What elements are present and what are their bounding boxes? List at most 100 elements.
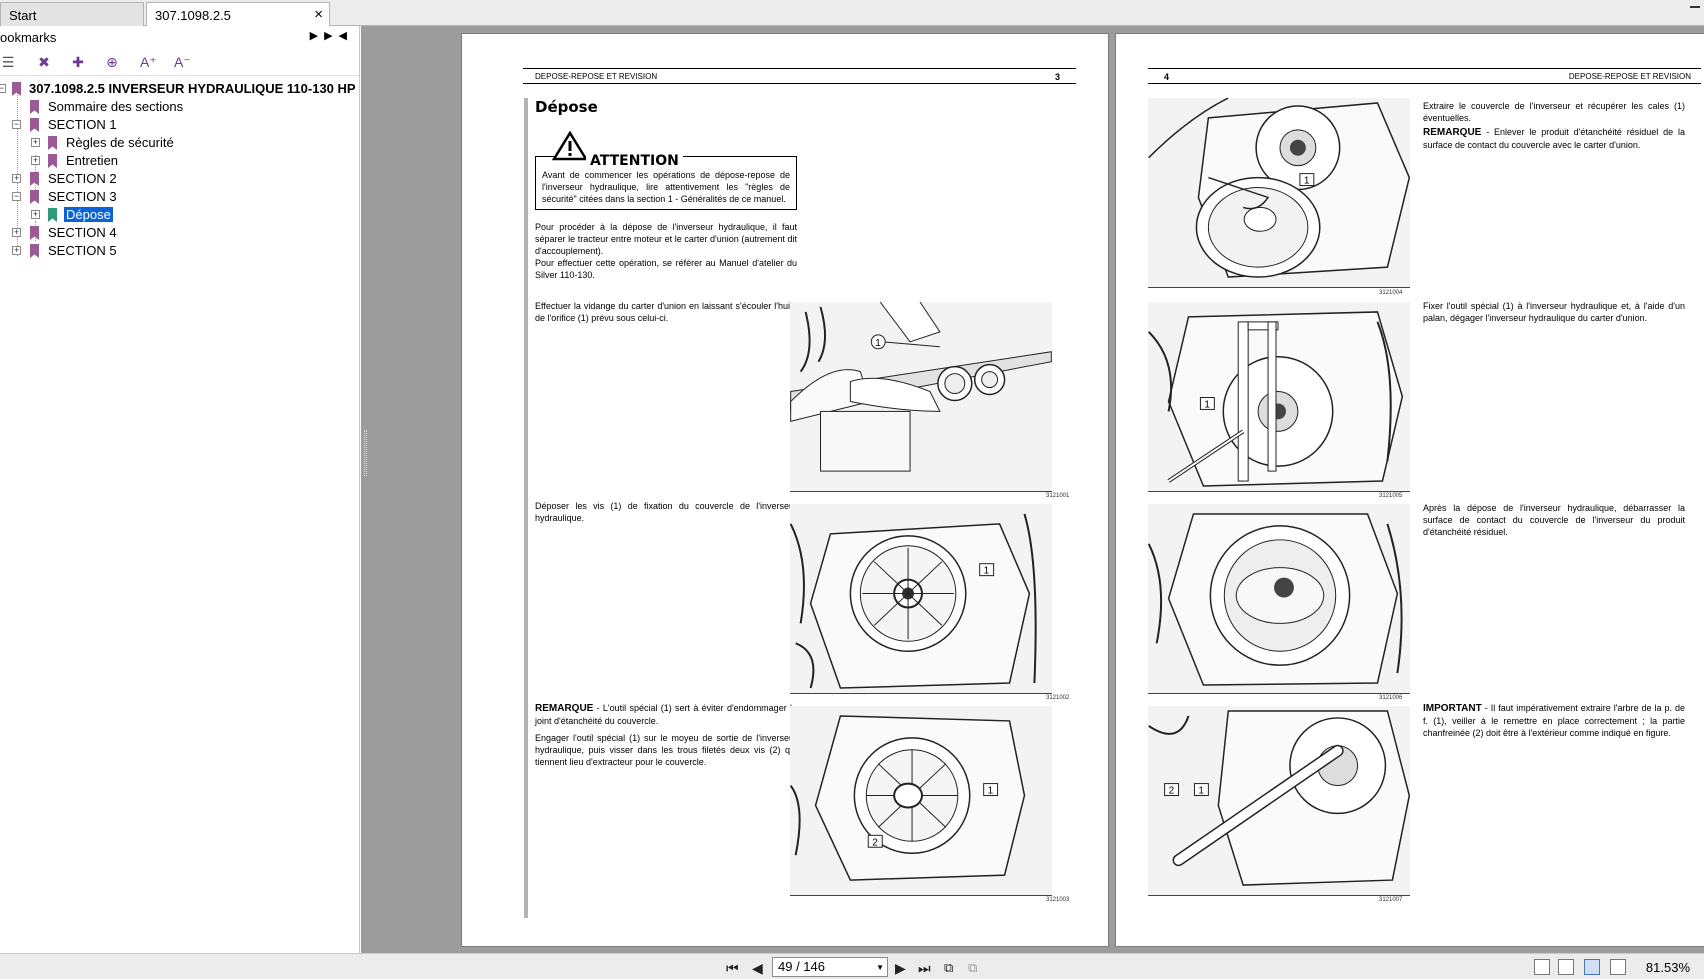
add-bookmark-icon[interactable]: ✚ [70,54,86,70]
tab-label: Start [9,8,37,23]
expand-icon[interactable]: + [12,246,21,255]
bookmark-icon [30,172,39,186]
page-number: 3 [1054,72,1060,82]
tab-document[interactable]: 307.1098.2.5 × [146,2,330,26]
figure-code: 3121001 [1046,493,1070,499]
tree-item-section-2[interactable]: + SECTION 2 [0,170,360,188]
tree-item-section-4[interactable]: + SECTION 4 [0,224,360,242]
tree-item-label: 307.1098.2.5 INVERSEUR HYDRAULIQUE 110-1… [29,81,356,96]
margin-bar [524,98,528,918]
figure-drain-plug: 1 [790,302,1052,492]
bookmark-icon [12,82,21,96]
single-page-view-icon[interactable] [1534,959,1550,975]
important-text: IMPORTANT - Il faut impérativement extra… [1423,702,1685,739]
continuous-view-icon[interactable] [1558,959,1574,975]
tree-item-depose[interactable]: + Dépose [0,206,360,224]
figure-callout-1: 1 [1204,399,1210,410]
figure-callout-1: 1 [988,786,994,797]
collapse-icon[interactable]: − [12,120,21,129]
tree-item-root[interactable]: − 307.1098.2.5 INVERSEUR HYDRAULIQUE 110… [0,80,360,98]
expand-icon[interactable]: + [31,138,40,147]
first-page-icon[interactable]: ⏮ [726,960,739,977]
figure-callout-2: 2 [1169,786,1175,797]
list-options-icon[interactable]: ☰ [0,54,16,70]
figure-callout-1: 1 [984,566,990,577]
search-bookmark-icon[interactable]: ⊕ [104,54,120,70]
font-increase-icon[interactable]: A⁺ [140,54,157,70]
bookmark-icon [30,118,39,132]
important-label: IMPORTANT [1423,703,1482,714]
figure-code: 3121005 [1379,493,1403,499]
previous-page-icon[interactable]: ◀ [752,960,763,977]
expand-icon[interactable]: + [12,174,21,183]
delete-bookmark-icon[interactable]: ✖ [36,54,52,70]
tree-item-entretien[interactable]: + Entretien [0,152,360,170]
page-number: 4 [1164,72,1170,82]
next-view-icon[interactable]: ⧉ [968,960,977,976]
warning-icon [552,131,588,161]
bookmark-icon [30,190,39,204]
expand-icon[interactable]: + [31,156,40,165]
attention-box: ATTENTION Avant de commencer les opérati… [535,131,797,210]
figure-callout-1: 1 [1198,786,1204,797]
bookmark-icon [48,208,57,222]
figure-callout-1: 1 [1304,176,1310,187]
attention-title: ATTENTION [586,153,683,169]
previous-view-icon[interactable]: ⧉ [944,960,953,976]
continuous-facing-view-icon[interactable] [1610,959,1626,975]
intro-text: Pour procéder à la dépose de l'inverseur… [535,222,797,280]
chevron-down-icon[interactable]: ▼ [876,963,884,972]
close-icon[interactable]: × [314,6,323,23]
figure-illustration: 1 2 [790,706,1052,895]
figure-illustration: 1 [1148,98,1410,287]
step-text: Effectuer la vidange du carter d'union e… [535,301,797,323]
tree-item-section-1[interactable]: − SECTION 1 [0,116,360,134]
tab-start[interactable]: Start [0,2,144,26]
collapse-icon[interactable]: − [0,84,6,93]
figure-cover-screws: 1 [790,504,1052,694]
page-title: Dépose [535,98,598,116]
figure-code: 3121002 [1046,695,1070,701]
facing-view-icon[interactable] [1584,959,1600,975]
figure-illustration: 1 [1148,302,1410,491]
font-decrease-icon[interactable]: A⁻ [174,54,191,70]
step-text: Extraire le couvercle de l'inverseur et … [1423,101,1685,123]
panel-title: ookmarks [0,30,57,45]
page-indicator: 49 / 146 [778,959,825,974]
bookmark-icon [30,244,39,258]
collapse-icon[interactable]: − [12,192,21,201]
last-page-icon[interactable]: ⏭ [918,960,931,977]
remark-text: REMARQUE - L'outil spécial (1) sert à év… [535,702,797,727]
step-text: Engager l'outil spécial (1) sur le moyeu… [535,733,797,767]
tree-item-label: Dépose [64,207,113,222]
expand-icon[interactable]: + [12,228,21,237]
expand-panel-icon[interactable]: ▶▶ [310,30,339,42]
page-number-field[interactable]: 49 / 146 ▼ [772,957,888,977]
tree-item-label: Sommaire des sections [48,99,184,114]
step-text: Après la dépose de l'inverseur hydrauliq… [1423,503,1685,537]
expand-icon[interactable]: + [31,210,40,219]
minimize-icon[interactable] [1690,6,1700,8]
tree-item-sommaire[interactable]: Sommaire des sections [0,98,360,116]
panel-splitter[interactable] [364,430,367,476]
figure-code: 3121006 [1379,695,1403,701]
document-viewer[interactable]: DEPOSE-REPOSE ET REVISION 3 Dépose ATTEN… [361,26,1704,953]
tree-item-section-3[interactable]: − SECTION 3 [0,188,360,206]
tree-item-regles[interactable]: + Règles de sécurité [0,134,360,152]
figure-illustration: 2 1 [1148,706,1410,895]
tree-item-label: SECTION 3 [48,189,117,204]
collapse-panel-icon[interactable]: ◀ [339,30,353,42]
tab-bar: Start 307.1098.2.5 × [0,0,1704,26]
zoom-level[interactable]: 81.53% [1646,960,1690,975]
figure-hoist-tool: 1 [1148,302,1410,492]
figure-cover-removal: 1 [1148,98,1410,288]
next-page-icon[interactable]: ▶ [895,960,906,977]
bookmark-icon [48,154,57,168]
figure-code: 3121004 [1379,290,1403,296]
figure-code: 3121007 [1379,897,1403,903]
page-header-title: DEPOSE-REPOSE ET REVISION [535,72,658,81]
bookmarks-header: ookmarks ▶▶◀ [0,26,359,48]
tree-item-section-5[interactable]: + SECTION 5 [0,242,360,260]
figure-special-tool: 1 2 [790,706,1052,896]
step-text: Déposer les vis (1) de fixation du couve… [535,501,797,523]
